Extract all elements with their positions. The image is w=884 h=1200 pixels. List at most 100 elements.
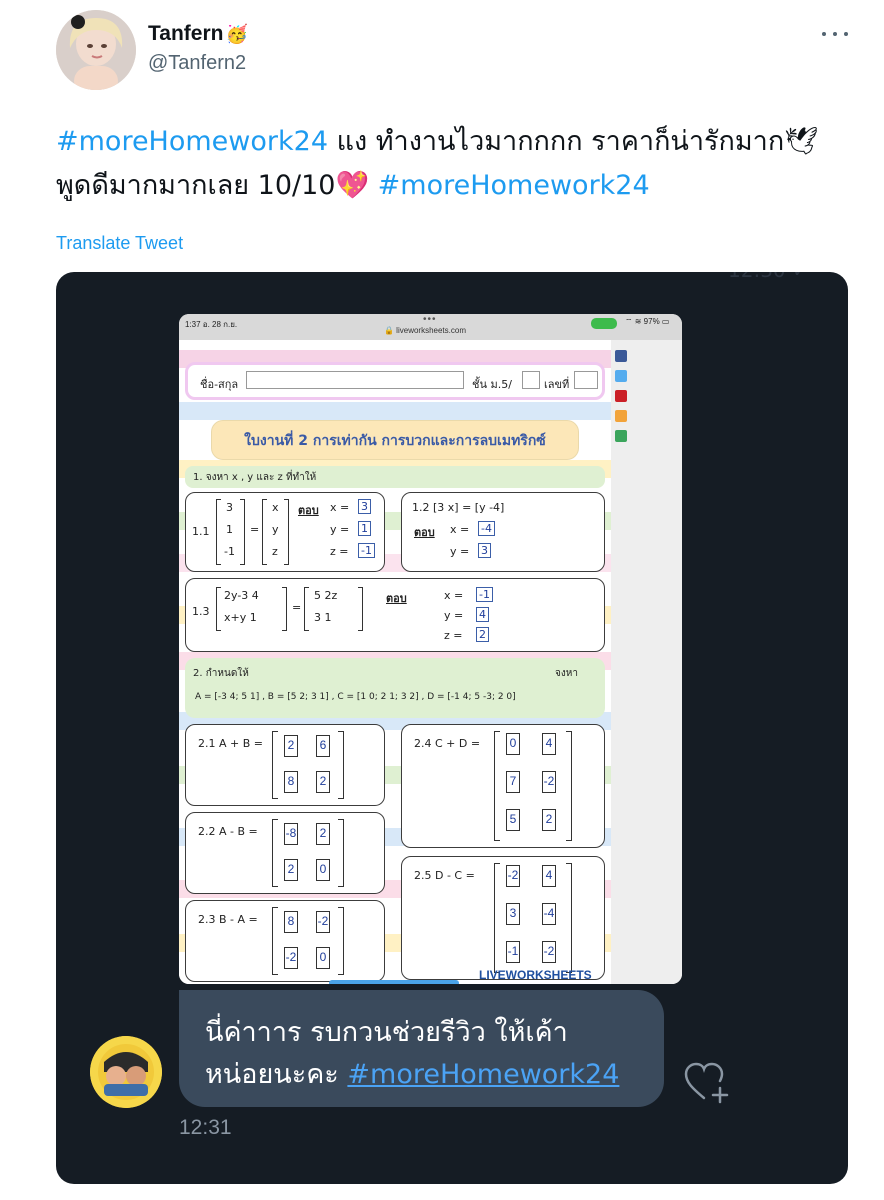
question-1-3-box: 1.3 2y-3 4 x+y 1 = 5 2z 3 1 ตอบ x = y = … xyxy=(185,578,605,652)
answer-cell[interactable]: 6 xyxy=(316,735,330,757)
answer-cell[interactable]: -2 xyxy=(542,941,556,963)
liveworksheets-logo: LIVEWORKSHEETS xyxy=(479,968,592,982)
chat-avatar[interactable] xyxy=(90,1036,162,1108)
hashtag-link[interactable]: #moreHomework24 xyxy=(56,126,328,157)
answer-var: y = xyxy=(444,609,464,622)
q1-1-label: 1.1 xyxy=(192,525,210,538)
tweet-text: #moreHomework24 แง ทำงานไวมากกกก ราคาก็น… xyxy=(56,120,856,208)
name-label: ชื่อ-สกุล xyxy=(200,378,239,391)
section1-header: 1. จงหา x , y และ z ที่ทำให้ xyxy=(185,466,605,488)
share-sidebar xyxy=(611,340,682,984)
heart-plus-icon[interactable] xyxy=(682,1060,730,1104)
answer-var: z = xyxy=(330,545,349,558)
answer-var: x = xyxy=(450,523,470,536)
answer-cell[interactable]: -2 xyxy=(506,865,520,887)
stripe xyxy=(179,402,611,420)
answer-cell[interactable]: -4 xyxy=(542,903,556,925)
export-icon[interactable] xyxy=(615,430,627,442)
hashtag-link[interactable]: #moreHomework24 xyxy=(378,170,650,201)
bracket xyxy=(216,499,221,565)
answer-cell[interactable]: 4 xyxy=(542,733,556,755)
answer-cell[interactable]: -8 xyxy=(284,823,298,845)
camera-indicator-icon xyxy=(591,318,617,329)
answer-cell[interactable]: 2 xyxy=(284,735,298,757)
more-options-icon[interactable] xyxy=(822,24,848,44)
answer-cell[interactable]: 2 xyxy=(542,809,556,831)
question-2-2-box: 2.2 A - B = -8 2 2 0 xyxy=(185,812,385,894)
answer-var: z = xyxy=(444,629,463,642)
bracket xyxy=(272,907,278,975)
worksheet-title: ใบงานที่ 2 การเท่ากัน การบวกและการลบเมทร… xyxy=(211,420,579,460)
answer-cell[interactable]: 8 xyxy=(284,911,298,933)
bracket xyxy=(494,731,500,841)
question-1-2-box: 1.2 [3 x] = [y -4] ตอบ x = y = -4 3 xyxy=(401,492,605,572)
number-label: เลขที่ xyxy=(544,378,570,391)
matrix-entry: x xyxy=(272,501,279,514)
question-2-1-box: 2.1 A + B = 2 6 8 2 xyxy=(185,724,385,806)
bracket xyxy=(358,587,363,631)
display-name[interactable]: Tanfern 🥳 xyxy=(148,22,248,46)
bracket xyxy=(282,587,287,631)
bracket xyxy=(338,819,344,887)
answer-cell[interactable]: 7 xyxy=(506,771,520,793)
faint-timestamp: 12:30 ✓ xyxy=(728,272,809,282)
q2-3-label: 2.3 B - A = xyxy=(198,913,258,926)
chat-timestamp: 12:31 xyxy=(179,1116,232,1139)
q2-4-label: 2.4 C + D = xyxy=(414,737,481,750)
answer-input[interactable]: -4 xyxy=(478,521,495,536)
number-input[interactable] xyxy=(574,371,598,389)
bracket xyxy=(338,907,344,975)
answer-cell[interactable]: -1 xyxy=(506,941,520,963)
answer-cell[interactable]: -2 xyxy=(542,771,556,793)
answer-cell[interactable]: 2 xyxy=(316,823,330,845)
answer-var: y = xyxy=(330,523,350,536)
tweet-media-image[interactable]: 12:30 ✓ 1:37 อ. 28 ก.ย. ••• 🔒 liveworksh… xyxy=(56,272,848,1184)
bracket xyxy=(304,587,309,631)
answer-input[interactable]: 3 xyxy=(358,499,371,514)
name-input[interactable] xyxy=(246,371,464,389)
answer-cell[interactable]: 0 xyxy=(316,947,330,969)
answer-cell[interactable]: 0 xyxy=(506,733,520,755)
bracket xyxy=(216,587,221,631)
answer-label: ตอบ xyxy=(386,592,407,605)
user-handle[interactable]: @Tanfern2 xyxy=(148,52,246,75)
answer-cell[interactable]: 4 xyxy=(542,865,556,887)
ipad-status-bar: 1:37 อ. 28 ก.ย. ••• 🔒 liveworksheets.com… xyxy=(179,314,682,340)
answer-input[interactable]: 4 xyxy=(476,607,489,622)
section1-label: 1. จงหา x , y และ z ที่ทำให้ xyxy=(193,472,317,483)
answer-input[interactable]: 1 xyxy=(358,521,371,536)
section2-find: จงหา xyxy=(555,668,578,679)
submit-bar[interactable] xyxy=(329,980,459,984)
answer-var: x = xyxy=(444,589,464,602)
answer-cell[interactable]: 8 xyxy=(284,771,298,793)
pinterest-icon[interactable] xyxy=(615,390,627,402)
bracket xyxy=(566,731,572,841)
q1-2-label: 1.2 [3 x] = [y -4] xyxy=(412,501,505,514)
class-input[interactable] xyxy=(522,371,540,389)
classroom-icon[interactable] xyxy=(615,410,627,422)
section2-definitions: A = [-3 4; 5 1] , B = [5 2; 3 1] , C = [… xyxy=(195,692,516,702)
question-1-1-box: 1.1 3 1 -1 = x y z ตอบ x = y = z = 3 1 -… xyxy=(185,492,385,572)
answer-input[interactable]: 3 xyxy=(478,543,491,558)
answer-cell[interactable]: -2 xyxy=(284,947,298,969)
twitter-icon[interactable] xyxy=(615,370,627,382)
answer-cell[interactable]: 0 xyxy=(316,859,330,881)
status-time: 1:37 อ. 28 ก.ย. xyxy=(185,320,238,329)
answer-input[interactable]: -1 xyxy=(476,587,493,602)
answer-input[interactable]: -1 xyxy=(358,543,375,558)
matrix-entry: x+y 1 xyxy=(224,611,257,624)
answer-cell[interactable]: 2 xyxy=(316,771,330,793)
answer-cell[interactable]: 5 xyxy=(506,809,520,831)
answer-cell[interactable]: 2 xyxy=(284,859,298,881)
answer-cell[interactable]: -2 xyxy=(316,911,330,933)
facebook-icon[interactable] xyxy=(615,350,627,362)
matrix-entry: y xyxy=(272,523,279,536)
chat-hashtag-link[interactable]: #moreHomework24 xyxy=(347,1059,619,1090)
user-avatar[interactable] xyxy=(56,10,136,90)
answer-input[interactable]: 2 xyxy=(476,627,489,642)
translate-tweet-link[interactable]: Translate Tweet xyxy=(56,233,183,254)
answer-cell[interactable]: 3 xyxy=(506,903,520,925)
answer-label: ตอบ xyxy=(414,526,435,539)
answer-label: ตอบ xyxy=(298,504,319,517)
name-field-box: ชื่อ-สกุล ชั้น ม.5/ เลขที่ xyxy=(185,362,605,400)
